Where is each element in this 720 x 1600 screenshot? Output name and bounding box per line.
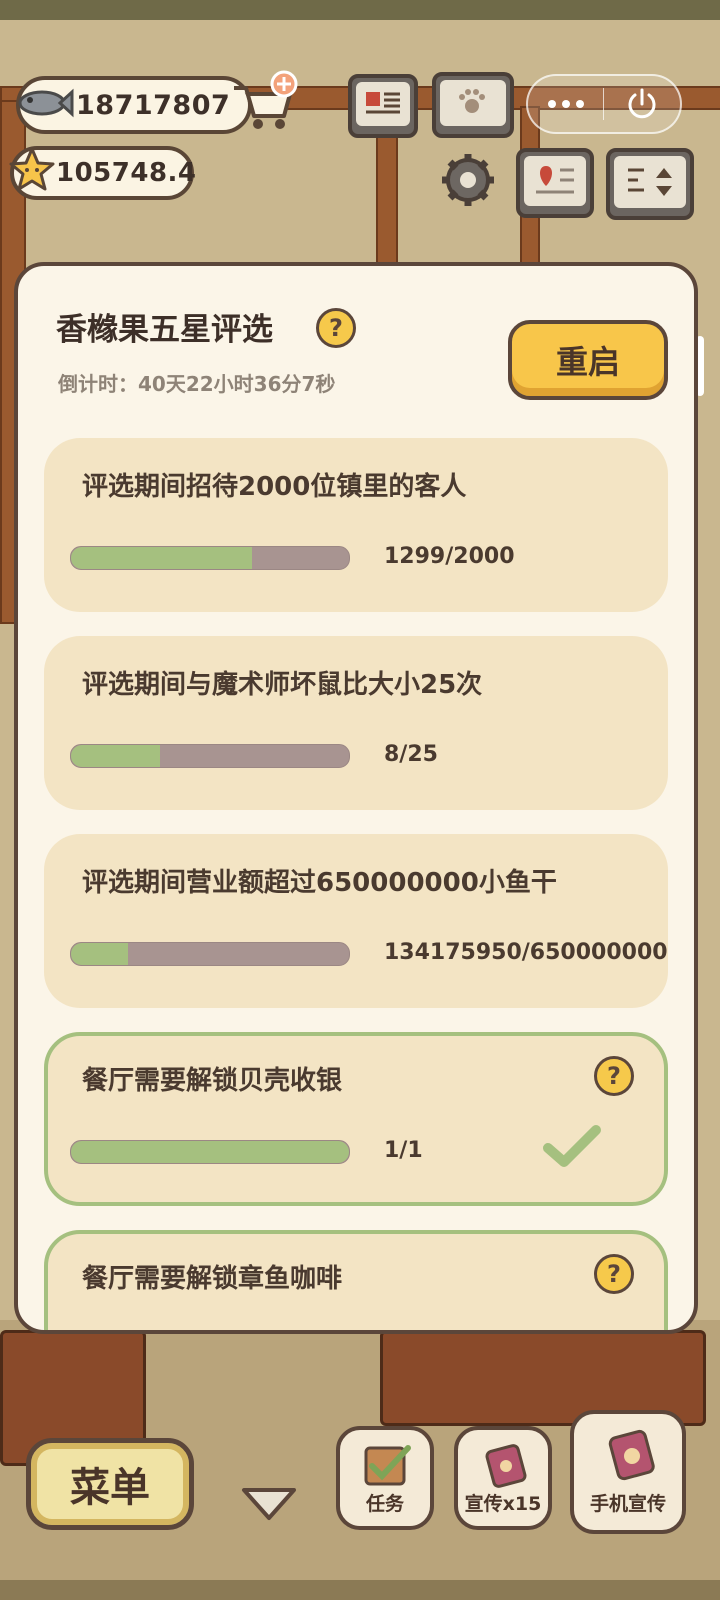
task-description: 评选期间与魔术师坏鼠比大小25次 [82, 670, 483, 700]
sort-icon [628, 168, 672, 196]
progress-value: 134175950/650000000 [384, 940, 668, 965]
status-strip [0, 0, 720, 20]
guide-book-button[interactable] [432, 72, 514, 138]
map-pin-icon [536, 166, 574, 194]
settings-gear-icon[interactable] [438, 150, 498, 210]
power-icon[interactable] [624, 86, 660, 122]
bottom-strip [0, 1580, 720, 1600]
task-card: 评选期间营业额超过650000000小鱼干 134175950/65000000… [44, 834, 668, 1008]
task-card: 评选期间招待2000位镇里的客人 1299/2000 [44, 438, 668, 612]
task-description: 餐厅需要解锁章鱼咖啡 [82, 1264, 343, 1294]
task-description: 评选期间招待2000位镇里的客人 [82, 472, 467, 502]
chevron-down-icon[interactable] [240, 1484, 298, 1524]
help-icon[interactable]: ? [594, 1056, 634, 1096]
progress-bar [70, 546, 350, 570]
progress-value: 1299/2000 [384, 544, 515, 569]
map-button[interactable] [516, 148, 594, 218]
dialog-title: 香橼果五星评选 [56, 312, 273, 348]
checklist-icon [364, 1445, 411, 1486]
progress-bar [70, 1140, 350, 1164]
progress-value: 8/25 [384, 742, 438, 767]
newspaper-button[interactable] [348, 74, 418, 138]
help-icon[interactable]: ? [594, 1254, 634, 1294]
more-icon[interactable] [546, 94, 586, 114]
countdown-timer: 倒计时：40天22小时36分7秒 [58, 372, 336, 396]
add-cart-icon[interactable] [228, 70, 300, 134]
task-card-completed: 餐厅需要解锁贝壳收银 ? 1/1 [44, 1032, 668, 1206]
star-count: 105748.4 [56, 158, 197, 188]
paw-book-icon [459, 89, 485, 113]
menu-button[interactable]: 菜单 [26, 1438, 194, 1530]
task-card-completed: 餐厅需要解锁章鱼咖啡 ? [44, 1230, 668, 1330]
promote-label: 宣传x15 [464, 1493, 542, 1515]
task-description: 评选期间营业额超过650000000小鱼干 [82, 868, 557, 898]
mini-program-capsule [526, 74, 682, 134]
five-star-review-dialog: 香橼果五星评选 ? 倒计时：40天22小时36分7秒 重启 评选期间招待2000… [14, 262, 698, 1334]
progress-bar [70, 744, 350, 768]
task-description: 餐厅需要解锁贝壳收银 [82, 1066, 343, 1096]
promote-button[interactable]: 宣传x15 [454, 1426, 552, 1530]
phone-icon [608, 1429, 655, 1481]
restart-button[interactable]: 重启 [508, 320, 668, 400]
progress-value: 1/1 [384, 1138, 423, 1163]
fish-count: 18717807 [76, 89, 231, 121]
progress-bar [70, 942, 350, 966]
task-card: 评选期间与魔术师坏鼠比大小25次 8/25 [44, 636, 668, 810]
phone-promote-button[interactable]: 手机宣传 [570, 1410, 686, 1534]
help-icon[interactable]: ? [316, 308, 356, 348]
phone-promote-label: 手机宣传 [589, 1493, 666, 1515]
check-icon [543, 1125, 601, 1167]
phone-promo-icon [485, 1444, 527, 1488]
tasks-label: 任务 [365, 1493, 404, 1515]
tasks-button[interactable]: 任务 [336, 1426, 434, 1530]
sort-layout-button[interactable] [606, 148, 694, 220]
newspaper-icon [366, 92, 400, 114]
fish-icon [18, 88, 74, 118]
star-icon [9, 147, 55, 191]
